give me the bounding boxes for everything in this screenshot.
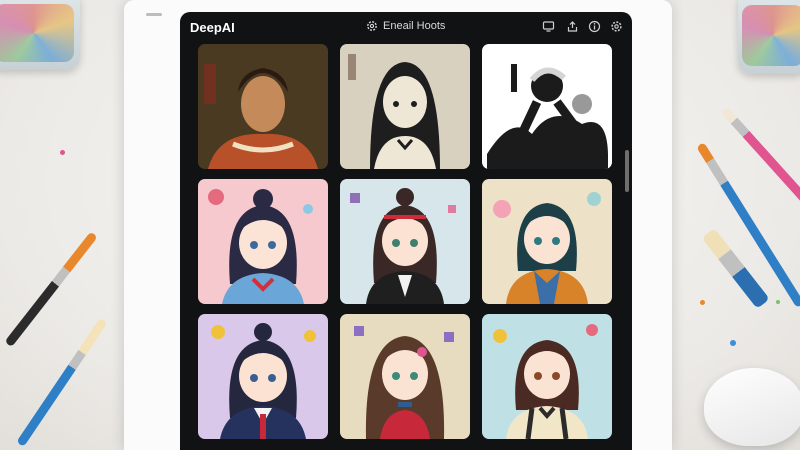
paint-splat (60, 150, 65, 155)
image-anime-girl-red-ribbon (340, 179, 470, 304)
gallery-image[interactable] (340, 314, 470, 439)
header-title[interactable]: Eneail Hoots (366, 20, 445, 32)
paint-splat (700, 300, 705, 305)
gallery-image[interactable] (482, 314, 612, 439)
monitor-icon[interactable] (542, 20, 555, 33)
brush-orange-left (4, 231, 98, 348)
gallery-image[interactable] (482, 44, 612, 169)
image-anime-girl-uniform (198, 314, 328, 439)
app-header: DeepAI Eneail Hoots (180, 12, 632, 42)
settings-icon[interactable] (610, 20, 623, 33)
gear-icon (367, 21, 377, 31)
paint-jar-right (738, 0, 800, 74)
scrollbar-thumb[interactable] (625, 150, 629, 192)
paint-jar-left (0, 0, 80, 70)
image-classical-portrait (198, 44, 328, 169)
image-anime-girl-teal-hair (482, 179, 612, 304)
brush-blue-left (16, 317, 108, 448)
image-anime-girl-suspenders (482, 314, 612, 439)
info-icon[interactable] (588, 20, 601, 33)
header-title-text: Eneail Hoots (383, 20, 446, 32)
brand-logo[interactable]: DeepAI (190, 20, 235, 35)
gallery-image[interactable] (340, 44, 470, 169)
gallery-image[interactable] (198, 314, 328, 439)
paint-splat (776, 300, 780, 304)
gallery-image[interactable] (198, 179, 328, 304)
image-ink-sketch-girl (340, 44, 470, 169)
image-sumi-e-ink (482, 44, 612, 169)
gallery-image[interactable] (340, 179, 470, 304)
image-anime-girl-sailor (198, 179, 328, 304)
app-window: DeepAI Eneail Hoots (180, 12, 632, 450)
tablet-notch (146, 13, 162, 16)
paint-splat (730, 340, 736, 346)
gallery-image[interactable] (198, 44, 328, 169)
gallery-image[interactable] (482, 179, 612, 304)
share-icon[interactable] (566, 20, 579, 33)
mouse (704, 368, 800, 446)
image-anime-girl-long-hair (340, 314, 470, 439)
